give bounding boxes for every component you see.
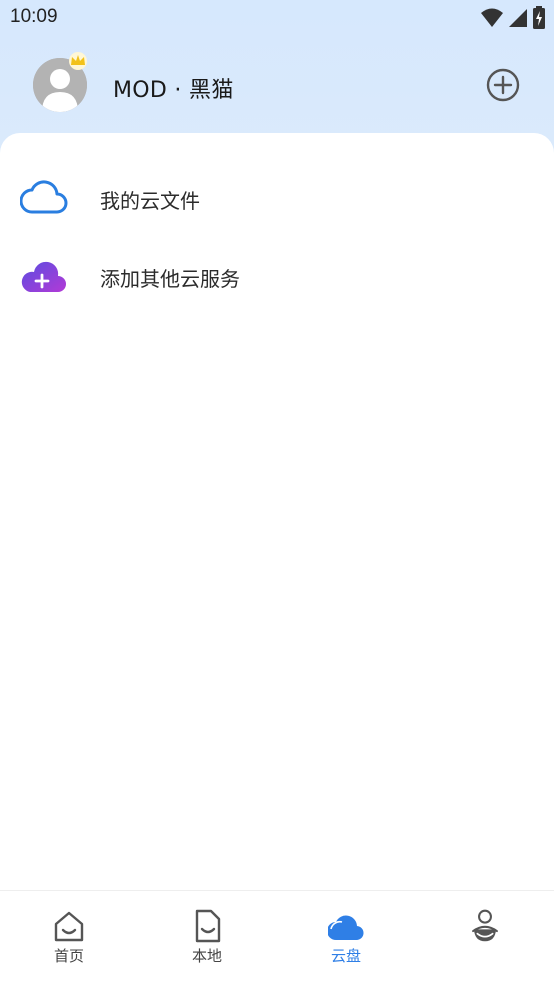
nav-label: 首页 <box>53 947 84 965</box>
status-icons <box>480 6 546 30</box>
cloud-list-card: 我的云文件 添加其他云服务 <box>0 133 554 891</box>
crown-icon <box>69 52 87 70</box>
wifi-icon <box>481 8 503 27</box>
local-file-icon <box>195 909 221 943</box>
list-item-label: 添加其他云服务 <box>100 267 240 291</box>
nav-label: 云盘 <box>330 947 361 965</box>
nav-item-home[interactable]: 首页 <box>0 891 138 985</box>
user-name[interactable]: MOD · 黑猫 <box>113 72 234 104</box>
bottom-nav: 首页 本地 云盘 <box>0 890 554 985</box>
nav-item-local[interactable]: 本地 <box>138 891 276 985</box>
cloud-add-icon <box>21 261 66 292</box>
list-item-label: 我的云文件 <box>100 189 200 213</box>
cloud-filled-icon <box>328 915 364 941</box>
account-header: MOD · 黑猫 <box>0 50 554 124</box>
profile-icon <box>472 909 498 942</box>
circle-plus-icon[interactable] <box>484 66 522 104</box>
home-icon <box>54 911 84 942</box>
nav-item-profile[interactable] <box>416 891 554 985</box>
list-item-add-cloud-service[interactable]: 添加其他云服务 <box>0 236 554 314</box>
status-bar: 10:09 <box>0 0 554 38</box>
battery-charging-icon <box>533 6 545 29</box>
nav-item-cloud[interactable]: 云盘 <box>277 891 415 985</box>
cloud-outline-icon <box>20 180 68 214</box>
list-item-my-cloud-files[interactable]: 我的云文件 <box>0 158 554 236</box>
nav-label: 本地 <box>191 947 222 965</box>
status-time: 10:09 <box>10 6 58 27</box>
signal-icon <box>509 9 527 27</box>
